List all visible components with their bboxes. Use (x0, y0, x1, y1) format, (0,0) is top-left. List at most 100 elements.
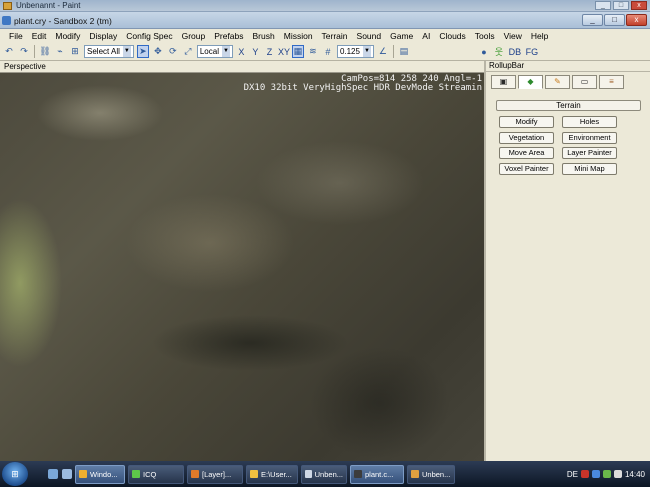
link-icon[interactable]: ⛓ (39, 46, 51, 57)
taskbar-item-label: plant.c... (365, 469, 394, 479)
antivirus-icon[interactable] (580, 470, 589, 478)
angle-snap-icon[interactable]: ∠ (377, 46, 389, 57)
menu-sound[interactable]: Sound (357, 31, 382, 41)
sandbox-maximize-button[interactable]: □ (604, 14, 625, 26)
grid-icon[interactable]: # (322, 47, 334, 57)
menu-terrain[interactable]: Terrain (322, 31, 348, 41)
paint-app-icon (3, 2, 12, 10)
viewport-label[interactable]: Perspective (4, 62, 46, 71)
language-indicator[interactable]: DE (567, 470, 578, 479)
redo-icon[interactable]: ↷ (18, 46, 30, 57)
taskbar-item-plant[interactable]: plant.c... (350, 464, 404, 484)
volume-icon[interactable] (613, 470, 622, 478)
globe-icon[interactable]: ● (478, 47, 490, 57)
sandbox-minimize-button[interactable]: _ (582, 14, 603, 26)
tab-terrain[interactable]: ◆ (518, 75, 543, 89)
menu-file[interactable]: File (9, 31, 23, 41)
menu-game[interactable]: Game (390, 31, 413, 41)
modify-button[interactable]: Modify (499, 116, 554, 128)
voxel-painter-button[interactable]: Voxel Painter (499, 163, 554, 175)
menu-view[interactable]: View (504, 31, 522, 41)
taskbar-item-windo[interactable]: Windo... (75, 464, 125, 484)
scale-tool-icon[interactable]: ⤢ (182, 46, 194, 57)
sandbox-title-bar: plant.cry - Sandbox 2 (tm) _ □ x (0, 12, 650, 29)
move-tool-icon[interactable]: ✥ (152, 46, 164, 57)
taskbar-item-icq[interactable]: ICQ (128, 464, 184, 484)
taskbar-item-explorer[interactable]: E:\User... (246, 464, 298, 484)
render-info-readout: DX10 32bit VeryHighSpec HDR DevMode Stre… (243, 83, 482, 93)
vegetation-button[interactable]: Vegetation (499, 132, 554, 144)
db-button[interactable]: DB (508, 47, 522, 57)
layer-icon[interactable]: ▤ (398, 46, 410, 57)
terrain-snap-icon[interactable]: ▦ (291, 45, 304, 58)
start-button[interactable]: ⊞ (2, 462, 28, 486)
taskbar-item-unben-2[interactable]: Unben... (407, 464, 455, 484)
menu-ai[interactable]: AI (422, 31, 430, 41)
menu-tools[interactable]: Tools (475, 31, 495, 41)
layer-painter-button[interactable]: Layer Painter (562, 147, 617, 159)
menu-brush[interactable]: Brush (253, 31, 275, 41)
terrain-section-button[interactable]: Terrain (496, 100, 641, 111)
pointer-tool-icon[interactable]: ➤ (136, 45, 149, 58)
paint-close-button[interactable]: x (631, 1, 647, 10)
select-object-icon[interactable]: ⊞ (69, 46, 81, 57)
menu-help[interactable]: Help (531, 31, 548, 41)
undo-icon[interactable]: ↶ (3, 46, 15, 57)
chevron-down-icon: ▼ (122, 46, 131, 57)
menu-config-spec[interactable]: Config Spec (126, 31, 172, 41)
fg-button[interactable]: FG (525, 47, 539, 57)
axis-xy-button[interactable]: XY (278, 47, 290, 57)
messenger-icon[interactable] (602, 470, 611, 478)
axis-z-button[interactable]: Z (264, 47, 275, 57)
menu-clouds[interactable]: Clouds (439, 31, 465, 41)
menu-mission[interactable]: Mission (284, 31, 313, 41)
object-snap-icon[interactable]: ≋ (307, 46, 319, 57)
menu-prefabs[interactable]: Prefabs (214, 31, 243, 41)
grid-size-select[interactable]: 0.125 ▼ (336, 45, 374, 58)
environment-button[interactable]: Environment (562, 132, 617, 144)
switch-windows-icon[interactable] (62, 469, 72, 479)
mini-map-button[interactable]: Mini Map (562, 163, 617, 175)
unlink-icon[interactable]: ⌁ (54, 46, 66, 57)
folder-icon (79, 470, 87, 478)
sandbox-close-button[interactable]: x (626, 14, 647, 26)
tab-layers[interactable]: ≡ (599, 75, 624, 89)
sandbox-app-icon (2, 16, 11, 25)
character-icon[interactable]: 웃 (493, 45, 505, 58)
menu-edit[interactable]: Edit (32, 31, 47, 41)
clock[interactable]: 14:40 (625, 470, 645, 479)
axis-x-button[interactable]: X (236, 47, 247, 57)
paint-maximize-button[interactable]: □ (613, 1, 629, 10)
taskbar-item-label: E:\User... (261, 469, 292, 479)
objects-icon: ▣ (499, 77, 508, 86)
taskbar-item-label: Windo... (90, 469, 118, 479)
selection-mode-select[interactable]: Select All ▼ (84, 45, 134, 58)
rotate-tool-icon[interactable]: ⟳ (167, 46, 179, 57)
axis-y-button[interactable]: Y (250, 47, 261, 57)
menu-modify[interactable]: Modify (55, 31, 80, 41)
chevron-down-icon: ▼ (221, 46, 230, 57)
taskbar-item-layer[interactable]: [Layer]... (187, 464, 243, 484)
coord-system-select[interactable]: Local ▼ (196, 45, 233, 58)
tab-objects[interactable]: ▣ (491, 75, 516, 89)
icq-icon (132, 470, 140, 478)
layers-icon: ≡ (609, 77, 614, 86)
menu-group[interactable]: Group (182, 31, 206, 41)
menu-bar: File Edit Modify Display Config Spec Gro… (0, 29, 650, 43)
holes-button[interactable]: Holes (562, 116, 617, 128)
main-toolbar: ↶ ↷ ⛓ ⌁ ⊞ Select All ▼ ➤ ✥ ⟳ ⤢ Local ▼ X… (0, 43, 650, 61)
rollup-bar: RollupBar ▣ ◆ ✎ ▭ ≡ Terrain Modify Holes… (484, 61, 650, 461)
tab-display[interactable]: ▭ (572, 75, 597, 89)
taskbar-item-unben-1[interactable]: Unben... (301, 464, 347, 484)
tab-modeling[interactable]: ✎ (545, 75, 570, 89)
windows-taskbar: ⊞ Windo... ICQ [Layer]... E:\User... Unb… (0, 461, 650, 487)
move-area-button[interactable]: Move Area (499, 147, 554, 159)
paint-minimize-button[interactable]: _ (595, 1, 611, 10)
taskbar-item-label: ICQ (143, 469, 157, 479)
perspective-viewport[interactable]: CamPos=814 258 240 Angl=-1 DX10 32bit Ve… (0, 73, 484, 461)
taskbar-item-label: Unben... (314, 469, 343, 479)
menu-display[interactable]: Display (89, 31, 117, 41)
toolbar-separator (34, 45, 35, 58)
show-desktop-icon[interactable] (48, 469, 58, 479)
network-icon[interactable] (591, 470, 600, 478)
